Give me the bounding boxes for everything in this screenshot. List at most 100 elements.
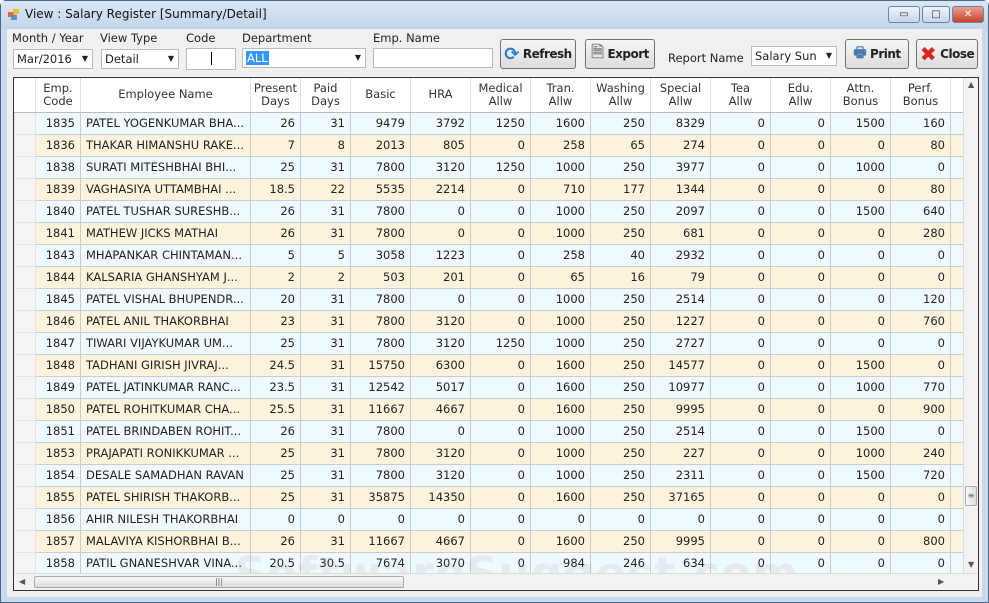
column-header[interactable]: Paid Days [300, 78, 351, 113]
row-header-cell[interactable] [14, 463, 36, 487]
amount-cell: 7800 [350, 441, 411, 465]
table-row[interactable]: 1836 THAKAR HIMANSHU RAKE... 7 8 2013 805 0 258… [14, 133, 966, 157]
amount-cell: 1500 [830, 111, 891, 135]
export-button[interactable]: 🗎 Export [585, 39, 655, 69]
row-header-cell[interactable] [14, 441, 36, 465]
employee-name-cell: PATEL SHIRISH THAKORB... [80, 485, 251, 509]
column-header[interactable]: Perf. Bonus [890, 78, 951, 113]
table-row[interactable]: 1835 PATEL YOGENKUMAR BHA... 26 31 9479 3792 1… [14, 111, 966, 135]
row-header-cell[interactable] [14, 287, 36, 311]
close-button[interactable]: ✖ Close [916, 39, 978, 69]
table-row[interactable]: 1855 PATEL SHIRISH THAKORB... 25 31 35875 143… [14, 485, 966, 509]
row-header-cell[interactable] [14, 111, 36, 135]
row-header-cell[interactable] [14, 485, 36, 509]
column-header[interactable]: Tea Allw [710, 78, 771, 113]
row-header-cell[interactable] [14, 375, 36, 399]
vertical-scrollbar[interactable]: ▲ ≡ ▼ [963, 78, 978, 574]
view-type-dropdown[interactable]: Detail ▼ [101, 49, 179, 69]
amount-cell: 0 [710, 177, 771, 201]
table-row[interactable]: 1840 PATEL TUSHAR SURESHB... 26 31 7800 0 0 100… [14, 199, 966, 223]
column-header[interactable]: Tran. Allw [530, 78, 591, 113]
column-header[interactable]: Emp. Code [35, 78, 81, 113]
row-header-cell[interactable] [14, 551, 36, 575]
row-header-cell[interactable] [14, 353, 36, 377]
column-header[interactable]: Attn. Bonus [830, 78, 891, 113]
vertical-scroll-thumb[interactable]: ≡ [965, 486, 977, 506]
table-row[interactable]: 1848 TADHANI GIRISH JIVRAJ... 24.5 31 15750 6… [14, 353, 966, 377]
row-header-cell[interactable] [14, 177, 36, 201]
amount-cell: 7800 [350, 287, 411, 311]
amount-cell: 1000 [530, 441, 591, 465]
row-header-cell[interactable] [14, 331, 36, 355]
column-header[interactable]: Medical Allw [470, 78, 531, 113]
emp-name-input[interactable] [373, 48, 493, 68]
table-row[interactable]: 1856 AHIR NILESH THAKORBHAI 0 0 0 0 0 0 0 0 0 0 0 0 [14, 507, 966, 531]
table-row[interactable]: 1845 PATEL VISHAL BHUPENDR... 20 31 7800 0 0 10… [14, 287, 966, 311]
table-row[interactable]: 1838 SURATI MITESHBHAI BHI... 25 31 7800 3120… [14, 155, 966, 179]
row-header-cell[interactable] [14, 199, 36, 223]
amount-cell: 12542 [350, 375, 411, 399]
refresh-button[interactable]: ⟳ Refresh [500, 39, 576, 69]
column-header[interactable]: Edu. Allw [770, 78, 831, 113]
minimize-button[interactable]: ▭ [888, 6, 920, 23]
department-dropdown[interactable]: ALL ▼ [242, 48, 366, 68]
amount-cell: 35875 [350, 485, 411, 509]
row-header-cell[interactable] [14, 155, 36, 179]
column-header[interactable]: HRA [410, 78, 471, 113]
table-row[interactable]: 1847 TIWARI VIJAYKUMAR UM... 25 31 7800 3120 1… [14, 331, 966, 355]
row-header-cell[interactable] [14, 133, 36, 157]
table-row[interactable]: 1844 KALSARIA GHANSHYAM J... 2 2 503 201 0 65 16… [14, 265, 966, 289]
close-window-button[interactable]: ✕ [952, 6, 984, 23]
amount-cell: 3120 [410, 331, 471, 355]
scroll-left-icon[interactable]: ◀ [19, 577, 25, 586]
table-row[interactable]: 1839 VAGHASIYA UTTAMBHAI ... 18.5 22 5535 221… [14, 177, 966, 201]
scroll-right-icon[interactable]: ▶ [938, 577, 944, 586]
amount-cell: 25 [250, 441, 301, 465]
month-year-dropdown[interactable]: Mar/2016 ▼ [13, 49, 93, 69]
table-row[interactable]: 1857 MALAVIYA KISHORBHAI B... 26 31 11667 466… [14, 529, 966, 553]
horizontal-scrollbar[interactable]: ◀ ||| ▶ [14, 573, 978, 590]
table-row[interactable]: 1843 MHAPANKAR CHINTAMAN... 5 5 3058 1223 0 258… [14, 243, 966, 267]
column-header[interactable]: Basic [350, 78, 411, 113]
amount-cell: 250 [590, 485, 651, 509]
emp-code-cell: 1840 [35, 199, 81, 223]
amount-cell: 0 [710, 265, 771, 289]
amount-cell: 120 [890, 287, 951, 311]
row-header-cell[interactable] [14, 397, 36, 421]
amount-cell: 250 [590, 463, 651, 487]
amount-cell: 2514 [650, 419, 711, 443]
row-header-cell[interactable] [14, 419, 36, 443]
table-row[interactable]: 1853 PRAJAPATI RONIKKUMAR ... 25 31 7800 3120… [14, 441, 966, 465]
column-header[interactable]: Special Allw [650, 78, 711, 113]
table-row[interactable]: 1854 DESALE SAMADHAN RAVAN 25 31 7800 3120 0 10… [14, 463, 966, 487]
amount-cell: 900 [890, 397, 951, 421]
amount-cell: 250 [590, 529, 651, 553]
amount-cell: 0 [830, 397, 891, 421]
table-row[interactable]: 1841 MATHEW JICKS MATHAI 26 31 7800 0 0 1000 250… [14, 221, 966, 245]
row-header-cell[interactable] [14, 529, 36, 553]
row-header-cell[interactable] [14, 309, 36, 333]
table-row[interactable]: 1850 PATEL ROHITKUMAR CHA... 25.5 31 11667 46… [14, 397, 966, 421]
amount-cell: 31 [300, 309, 351, 333]
amount-cell: 250 [590, 199, 651, 223]
table-row[interactable]: 1851 PATEL BRINDABEN ROHIT... 26 31 7800 0 0 10… [14, 419, 966, 443]
code-input[interactable] [186, 48, 236, 70]
table-row[interactable]: 1846 PATEL ANIL THAKORBHAI 23 31 7800 3120 0 10… [14, 309, 966, 333]
row-header-cell[interactable] [14, 507, 36, 531]
report-name-dropdown[interactable]: Salary Sun ▼ [751, 46, 837, 66]
scroll-down-icon[interactable]: ▼ [968, 560, 974, 569]
row-header-cell[interactable] [14, 265, 36, 289]
column-header[interactable]: Present Days [250, 78, 301, 113]
column-header[interactable]: Washing Allw [590, 78, 651, 113]
row-header-cell[interactable] [14, 221, 36, 245]
amount-cell: 0 [890, 331, 951, 355]
table-row[interactable]: 1849 PATEL JATINKUMAR RANC... 23.5 31 12542 5… [14, 375, 966, 399]
print-button[interactable]: 🖶 Print [845, 39, 909, 69]
amount-cell: 7800 [350, 199, 411, 223]
maximize-button[interactable]: □ [922, 6, 950, 23]
scroll-up-icon[interactable]: ▲ [968, 80, 974, 89]
horizontal-scroll-thumb[interactable]: ||| [34, 576, 404, 588]
table-row[interactable]: 1858 PATIL GNANESHVAR VINA... 20.5 30.5 7674… [14, 551, 966, 575]
column-header[interactable]: Employee Name [80, 78, 251, 113]
row-header-cell[interactable] [14, 243, 36, 267]
